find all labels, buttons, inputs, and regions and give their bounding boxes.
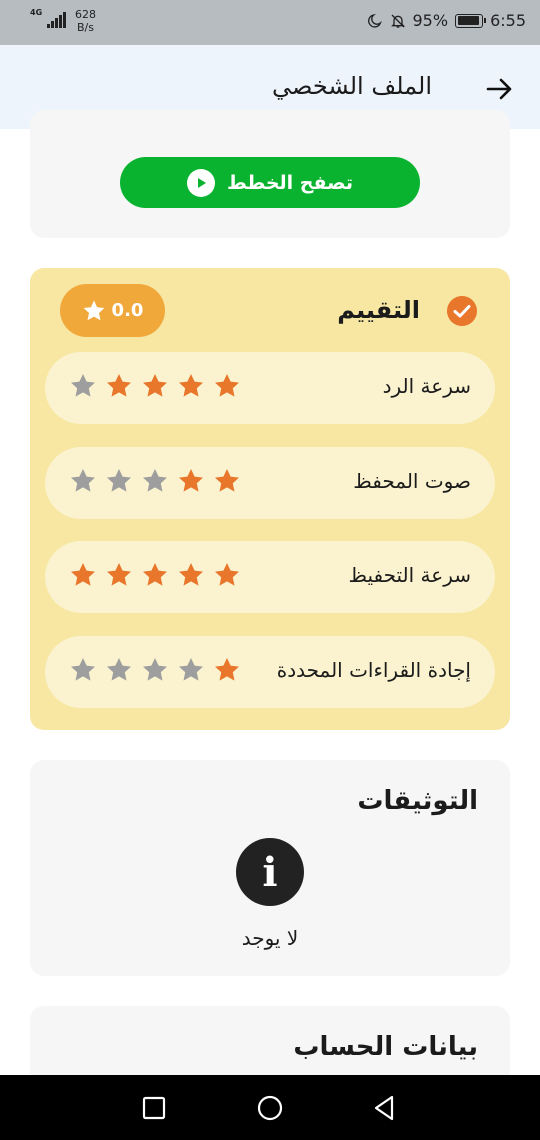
network-speed-value: 628	[75, 8, 96, 21]
star-empty-icon[interactable]	[69, 467, 97, 495]
info-icon: i	[236, 838, 304, 906]
rating-card: التقييم 0.0 سرعة الرد صوت المحفظ سرعة ال…	[30, 268, 510, 730]
plans-card: تصفح الخطط	[30, 110, 510, 238]
star-empty-icon[interactable]	[141, 656, 169, 684]
score-badge: 0.0	[60, 284, 165, 337]
status-bar: 4G 628 B/s 95% 6:55	[0, 0, 540, 45]
page-title: الملف الشخصي	[272, 72, 432, 100]
documents-title: التوثيقات	[357, 786, 478, 816]
star-filled-icon[interactable]	[105, 372, 133, 400]
recents-icon[interactable]	[139, 1093, 169, 1123]
network-speed: 628 B/s	[75, 8, 96, 34]
signal-icon	[47, 10, 66, 28]
documents-empty-text: لا يوجد	[241, 926, 299, 950]
star-filled-icon[interactable]	[141, 561, 169, 589]
star-rating[interactable]	[69, 656, 241, 684]
star-filled-icon[interactable]	[213, 372, 241, 400]
account-title: بيانات الحساب	[293, 1032, 478, 1062]
back-icon[interactable]	[370, 1093, 400, 1123]
navigation-bar	[0, 1075, 540, 1140]
rating-row: سرعة التحفيظ	[45, 541, 495, 613]
star-empty-icon[interactable]	[105, 656, 133, 684]
status-left: 4G 628 B/s	[30, 8, 96, 34]
star-icon	[83, 300, 104, 320]
rating-row: إجادة القراءات المحددة	[45, 636, 495, 708]
rating-label: سرعة الرد	[382, 374, 471, 398]
play-icon	[186, 168, 215, 197]
star-filled-icon[interactable]	[177, 561, 205, 589]
moon-icon	[367, 13, 382, 28]
network-speed-unit: B/s	[77, 21, 94, 34]
score-value: 0.0	[111, 300, 144, 321]
star-filled-icon[interactable]	[177, 467, 205, 495]
rating-title: التقييم	[337, 296, 420, 324]
star-rating[interactable]	[69, 372, 241, 400]
network-type: 4G	[30, 8, 43, 17]
star-filled-icon[interactable]	[213, 467, 241, 495]
star-filled-icon[interactable]	[177, 372, 205, 400]
back-arrow-icon[interactable]	[484, 74, 514, 104]
star-rating[interactable]	[69, 561, 241, 589]
star-empty-icon[interactable]	[105, 467, 133, 495]
rating-label: إجادة القراءات المحددة	[276, 658, 471, 682]
rating-label: سرعة التحفيظ	[348, 563, 471, 587]
battery-percent: 95%	[412, 11, 449, 30]
star-rating[interactable]	[69, 467, 241, 495]
rating-row: سرعة الرد	[45, 352, 495, 424]
browse-plans-button[interactable]: تصفح الخطط	[120, 157, 420, 208]
star-empty-icon[interactable]	[141, 467, 169, 495]
browse-plans-label: تصفح الخطط	[226, 171, 354, 194]
star-filled-icon[interactable]	[213, 656, 241, 684]
bell-off-icon	[390, 14, 405, 28]
star-empty-icon[interactable]	[177, 656, 205, 684]
star-filled-icon[interactable]	[213, 561, 241, 589]
star-empty-icon[interactable]	[69, 656, 97, 684]
rating-label: صوت المحفظ	[353, 469, 471, 493]
star-filled-icon[interactable]	[69, 561, 97, 589]
star-filled-icon[interactable]	[141, 372, 169, 400]
documents-card: التوثيقات i لا يوجد	[30, 760, 510, 976]
battery-icon	[455, 13, 487, 28]
check-circle-icon	[447, 296, 477, 326]
status-right: 95% 6:55	[367, 11, 526, 30]
clock: 6:55	[490, 11, 526, 30]
home-icon[interactable]	[255, 1093, 285, 1123]
rating-row: صوت المحفظ	[45, 447, 495, 519]
star-filled-icon[interactable]	[105, 561, 133, 589]
star-empty-icon[interactable]	[69, 372, 97, 400]
